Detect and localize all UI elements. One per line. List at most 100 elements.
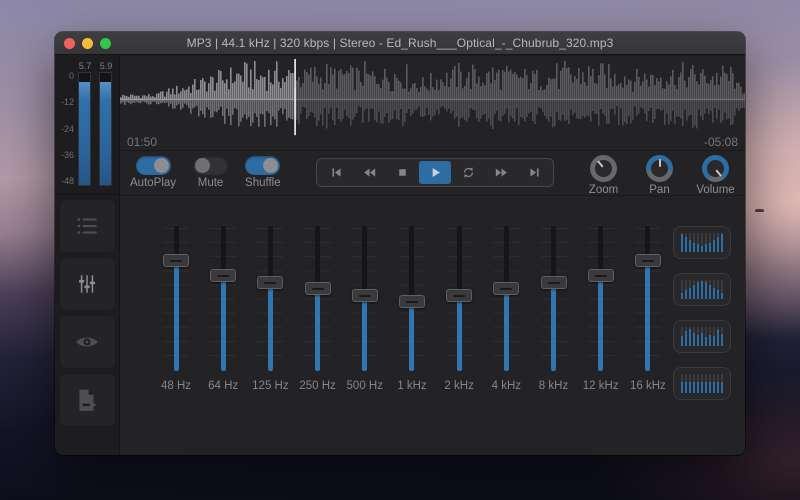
knob-indicator — [646, 155, 673, 182]
equalizer-panel: 48 Hz 64 Hz 125 Hz 250 Hz 500 Hz 1 kHz 2 kHz 4 … — [120, 196, 745, 455]
preset-bar-fill — [680, 381, 684, 393]
skip-back-button[interactable] — [320, 161, 352, 184]
preset-bar-fill — [708, 334, 712, 346]
window-titlebar[interactable]: MP3 | 44.1 kHz | 320 kbps | Stereo - Ed_… — [55, 32, 745, 55]
slider-fill — [173, 260, 179, 371]
mute-toggle[interactable] — [193, 156, 229, 175]
slider-thumb[interactable] — [587, 268, 614, 282]
eq-slider-12-khz[interactable] — [587, 226, 615, 371]
waveform-display[interactable]: 01:50 -05:08 — [120, 56, 745, 151]
eq-slider-500-hz[interactable] — [351, 226, 379, 371]
preset-bar — [712, 327, 716, 346]
preset-bar-fill — [716, 330, 720, 346]
play-button[interactable] — [419, 161, 451, 184]
slider-fill — [598, 275, 604, 371]
preset-bar — [720, 233, 724, 252]
preset-bar — [700, 327, 704, 346]
pan-knob[interactable] — [646, 155, 673, 182]
eq-slider-125-hz[interactable] — [256, 226, 284, 371]
fast-forward-icon — [495, 168, 507, 177]
eq-slider-2-khz[interactable] — [445, 226, 473, 371]
skip-forward-button[interactable] — [518, 161, 550, 184]
knob-indicator — [584, 149, 622, 187]
eq-presets — [673, 226, 731, 400]
shuffle-control: Shuffle — [245, 156, 281, 189]
eq-band-250-hz: 250 Hz — [296, 226, 340, 392]
slider-thumb[interactable] — [634, 254, 661, 268]
eq-preset-v-shape[interactable] — [673, 226, 731, 259]
shuffle-toggle[interactable] — [245, 156, 281, 175]
preset-bar-fill — [716, 381, 720, 393]
slider-thumb[interactable] — [304, 281, 331, 295]
eq-slider-4-khz[interactable] — [492, 226, 520, 371]
slider-thumb[interactable] — [257, 276, 284, 290]
zoom-knob-control: Zoom — [580, 155, 627, 196]
sidebar-item-equalizer[interactable] — [59, 258, 115, 310]
eq-band-125-hz: 125 Hz — [248, 226, 292, 392]
autoplay-control: AutoPlay — [130, 156, 176, 189]
preset-bar-fill — [704, 282, 708, 299]
preset-bar — [720, 327, 724, 346]
rewind-button[interactable] — [353, 161, 385, 184]
playlist-icon — [77, 218, 97, 234]
preset-bar — [696, 233, 700, 252]
preset-bar-fill — [712, 287, 716, 299]
eq-slider-64-hz[interactable] — [209, 226, 237, 371]
autoplay-toggle[interactable] — [135, 156, 171, 175]
eq-band-label: 64 Hz — [208, 380, 239, 392]
preset-bar-fill — [700, 381, 704, 393]
preset-bar-fill — [720, 292, 724, 299]
slider-thumb[interactable] — [540, 276, 567, 290]
preset-bar-fill — [696, 244, 700, 252]
sidebar-item-export[interactable] — [59, 374, 115, 426]
slider-thumb[interactable] — [210, 268, 237, 282]
zoom-button[interactable] — [100, 38, 111, 49]
eq-band-500-hz: 500 Hz — [343, 226, 387, 392]
eq-preset-arch[interactable] — [673, 273, 731, 306]
sidebar-item-playlist[interactable] — [59, 200, 115, 252]
slider-thumb[interactable] — [446, 289, 473, 303]
close-button[interactable] — [64, 38, 75, 49]
preset-bar-fill — [712, 336, 716, 346]
eq-slider-1-khz[interactable] — [398, 226, 426, 371]
app-window: MP3 | 44.1 kHz | 320 kbps | Stereo - Ed_… — [55, 32, 745, 455]
stop-button[interactable] — [386, 161, 418, 184]
minimize-button[interactable] — [82, 38, 93, 49]
knob-group: Zoom Pan Volume — [580, 155, 739, 196]
eq-slider-8-khz[interactable] — [540, 226, 568, 371]
eq-band-label: 500 Hz — [346, 380, 383, 392]
level-meter: 0 -12 -24 -36 -48 5.7 5.9 — [55, 56, 120, 195]
preset-bar — [712, 233, 716, 252]
preset-bar-fill — [680, 335, 684, 346]
slider-thumb[interactable] — [398, 294, 425, 308]
slider-thumb[interactable] — [351, 289, 378, 303]
preset-bar-fill — [684, 290, 688, 299]
mute-label: Mute — [197, 177, 224, 189]
eq-slider-250-hz[interactable] — [304, 226, 332, 371]
preset-bar-fill — [716, 290, 720, 299]
preset-bar — [700, 374, 704, 393]
eq-preset-flat[interactable] — [673, 367, 731, 400]
slider-thumb[interactable] — [493, 281, 520, 295]
slider-thumb[interactable] — [163, 254, 189, 268]
preset-bar-fill — [696, 335, 700, 346]
playhead[interactable] — [294, 58, 296, 136]
eq-slider-16-khz[interactable] — [634, 226, 662, 371]
preset-bar-fill — [680, 233, 684, 252]
eq-slider-48-hz[interactable] — [162, 226, 190, 371]
eq-band-label: 2 kHz — [444, 380, 474, 392]
volume-knob[interactable] — [702, 155, 729, 182]
preset-bar-fill — [704, 381, 708, 393]
eq-band-1-khz: 1 kHz — [390, 226, 434, 392]
slider-fill — [503, 288, 509, 371]
zoom-knob[interactable] — [590, 155, 617, 182]
preset-bar — [716, 327, 720, 346]
eq-preset-custom-wave[interactable] — [673, 320, 731, 353]
preset-bar — [708, 327, 712, 346]
preset-bar-fill — [688, 381, 692, 393]
repeat-button[interactable] — [452, 161, 484, 184]
preset-bar — [712, 280, 716, 299]
sidebar-item-visualizer[interactable] — [59, 316, 115, 368]
fast-forward-button[interactable] — [485, 161, 517, 184]
preset-bar — [720, 280, 724, 299]
